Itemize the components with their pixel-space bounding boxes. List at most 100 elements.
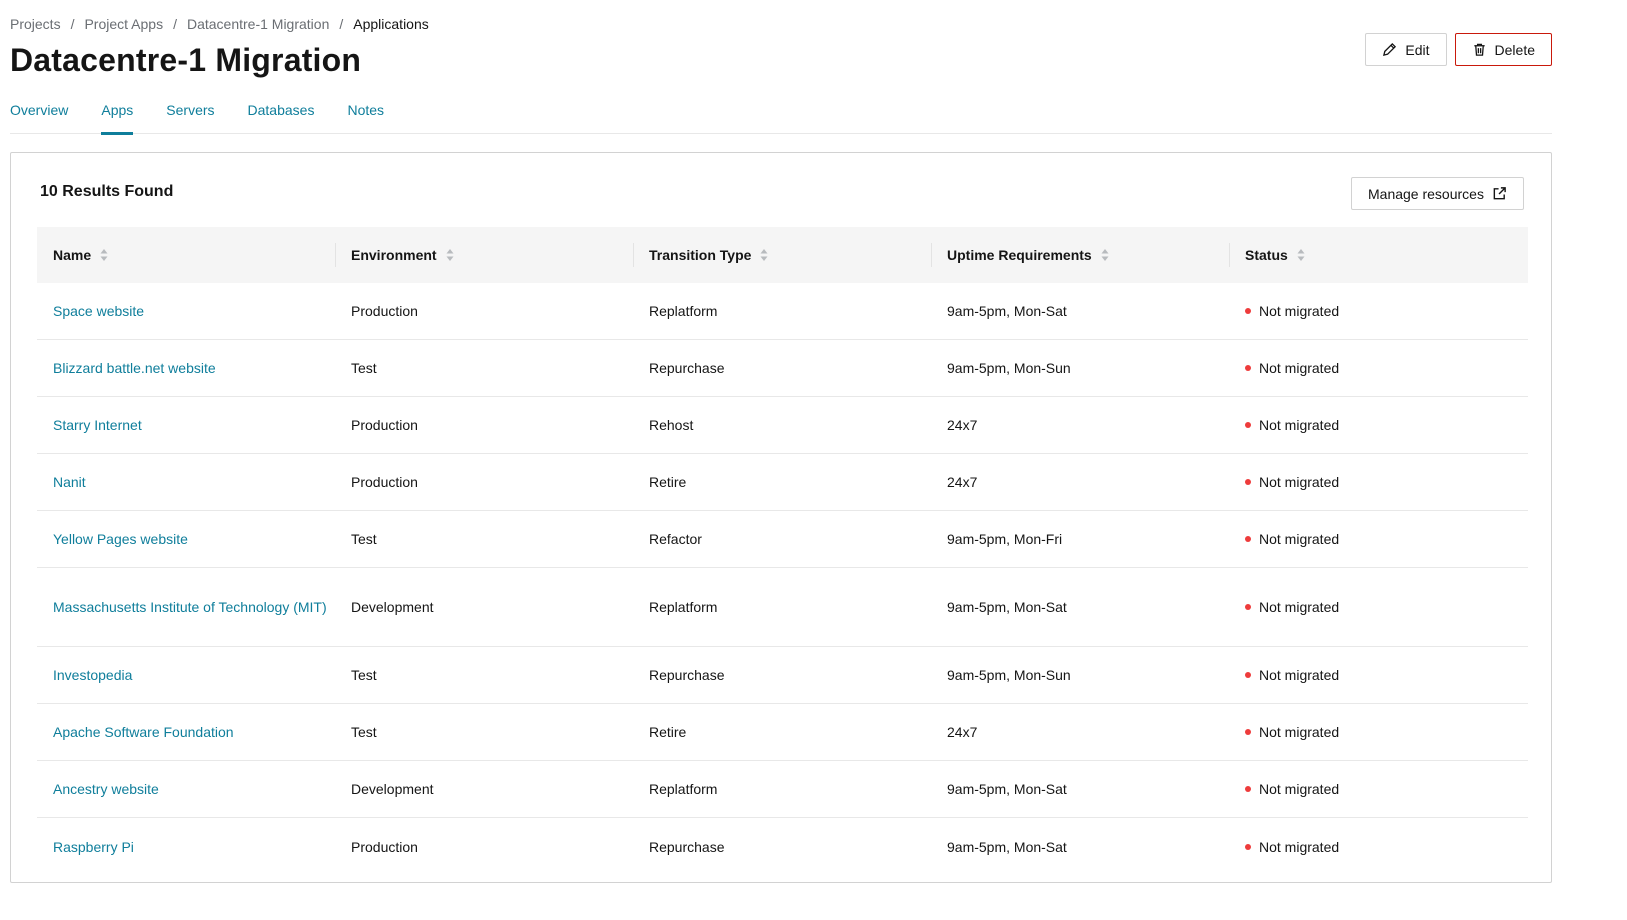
environment-cell: Production [351, 838, 418, 855]
environment-cell: Production [351, 303, 418, 319]
app-name-cell: Investopedia [37, 664, 335, 686]
uptime-cell: 9am-5pm, Mon-Sat [947, 303, 1067, 319]
app-name-cell: Apache Software Foundation [37, 721, 335, 743]
status-cell: Not migrated [1229, 721, 1527, 743]
column-header-transition-type[interactable]: Transition Type [633, 241, 931, 269]
app-name-cell: Starry Internet [37, 414, 335, 436]
column-label: Transition Type [649, 247, 752, 263]
status-cell: Not migrated [1229, 836, 1527, 858]
status-text: Not migrated [1259, 667, 1340, 683]
table-row: Nanit Production Retire 24x7 Not migrate… [37, 454, 1528, 511]
app-name-link[interactable]: Space website [53, 303, 144, 319]
uptime-cell: 24x7 [947, 417, 978, 433]
tab-overview[interactable]: Overview [10, 98, 68, 134]
column-header-environment[interactable]: Environment [335, 241, 633, 269]
status-text: Not migrated [1259, 838, 1340, 855]
app-name-cell: Raspberry Pi [37, 836, 335, 858]
uptime-cell: 9am-5pm, Mon-Sat [947, 599, 1067, 615]
app-name-cell: Blizzard battle.net website [37, 357, 335, 379]
table-header: Name Environment Transition Type Uptime … [37, 227, 1528, 283]
app-name-link[interactable]: Yellow Pages website [53, 531, 188, 547]
uptime-cell: 9am-5pm, Mon-Sat [947, 781, 1067, 797]
manage-resources-button[interactable]: Manage resources [1351, 177, 1524, 210]
app-name-cell: Nanit [37, 471, 335, 493]
breadcrumb-separator: / [339, 16, 344, 32]
status-text: Not migrated [1259, 417, 1340, 433]
sort-icon [1297, 249, 1305, 261]
app-name-link[interactable]: Raspberry Pi [53, 839, 134, 855]
status-cell: Not migrated [1229, 778, 1527, 800]
table-row: Yellow Pages website Test Refactor 9am-5… [37, 511, 1528, 568]
app-name-link[interactable]: Starry Internet [53, 417, 142, 433]
column-label: Status [1245, 247, 1288, 263]
app-name-cell: Massachusetts Institute of Technology (M… [37, 596, 335, 618]
table-row: Ancestry website Development Replatform … [37, 761, 1528, 818]
app-name-link[interactable]: Investopedia [53, 667, 132, 683]
column-label: Name [53, 247, 92, 263]
breadcrumb-separator: / [70, 16, 75, 32]
status-text: Not migrated [1259, 599, 1340, 615]
breadcrumb-projects[interactable]: Projects [10, 16, 61, 32]
environment-cell: Development [351, 599, 434, 615]
tab-databases[interactable]: Databases [248, 98, 315, 134]
delete-button[interactable]: Delete [1454, 33, 1552, 66]
status-text: Not migrated [1259, 781, 1340, 797]
delete-button-label: Delete [1494, 41, 1535, 58]
tab-servers[interactable]: Servers [166, 98, 214, 134]
app-name-link[interactable]: Blizzard battle.net website [53, 360, 216, 376]
status-dot-icon [1245, 604, 1251, 610]
breadcrumb-current: Applications [353, 16, 429, 32]
column-header-uptime[interactable]: Uptime Requirements [931, 241, 1229, 269]
uptime-cell: 9am-5pm, Mon-Sun [947, 667, 1071, 683]
app-name-link[interactable]: Ancestry website [53, 781, 159, 797]
status-dot-icon [1245, 422, 1251, 428]
status-cell: Not migrated [1229, 471, 1527, 493]
apps-card: 10 Results Found Manage resources Name E… [10, 152, 1552, 883]
environment-cell: Test [351, 531, 377, 547]
table-row: Raspberry Pi Production Repurchase 9am-5… [37, 818, 1528, 875]
edit-button[interactable]: Edit [1365, 33, 1447, 66]
column-header-name[interactable]: Name [37, 241, 335, 269]
table-row: Blizzard battle.net website Test Repurch… [37, 340, 1528, 397]
uptime-cell: 9am-5pm, Mon-Sat [947, 838, 1067, 855]
status-dot-icon [1245, 843, 1251, 850]
status-dot-icon [1245, 786, 1251, 792]
app-name-cell: Space website [37, 300, 335, 322]
transition-cell: Repurchase [649, 838, 725, 855]
status-dot-icon [1245, 672, 1251, 678]
tab-notes[interactable]: Notes [347, 98, 384, 134]
status-dot-icon [1245, 308, 1251, 314]
environment-cell: Production [351, 474, 418, 490]
external-link-icon [1493, 187, 1506, 200]
transition-cell: Replatform [649, 599, 718, 615]
table-row: Space website Production Replatform 9am-… [37, 283, 1528, 340]
results-count: 10 Results Found [40, 183, 174, 200]
status-cell: Not migrated [1229, 414, 1527, 436]
app-name-link[interactable]: Apache Software Foundation [53, 724, 234, 740]
sort-icon [760, 249, 768, 261]
status-text: Not migrated [1259, 724, 1340, 740]
status-text: Not migrated [1259, 474, 1340, 490]
app-name-link[interactable]: Massachusetts Institute of Technology (M… [53, 599, 327, 615]
breadcrumb-project-apps[interactable]: Project Apps [84, 16, 163, 32]
column-header-status[interactable]: Status [1229, 241, 1527, 269]
tab-apps[interactable]: Apps [101, 98, 133, 135]
environment-cell: Production [351, 417, 418, 433]
status-cell: Not migrated [1229, 596, 1527, 618]
uptime-cell: 24x7 [947, 724, 978, 740]
pencil-icon [1383, 42, 1397, 57]
status-dot-icon [1245, 729, 1251, 735]
app-name-link[interactable]: Nanit [53, 474, 86, 490]
sort-icon [446, 249, 454, 261]
column-label: Uptime Requirements [947, 247, 1092, 263]
status-text: Not migrated [1259, 303, 1340, 319]
environment-cell: Test [351, 667, 377, 683]
status-text: Not migrated [1259, 360, 1340, 376]
tab-bar: Overview Apps Servers Databases Notes [10, 98, 1552, 135]
status-text: Not migrated [1259, 531, 1340, 547]
manage-resources-label: Manage resources [1368, 185, 1484, 202]
uptime-cell: 24x7 [947, 474, 978, 490]
transition-cell: Repurchase [649, 360, 725, 376]
transition-cell: Replatform [649, 303, 718, 319]
breadcrumb-migration[interactable]: Datacentre-1 Migration [187, 16, 329, 32]
